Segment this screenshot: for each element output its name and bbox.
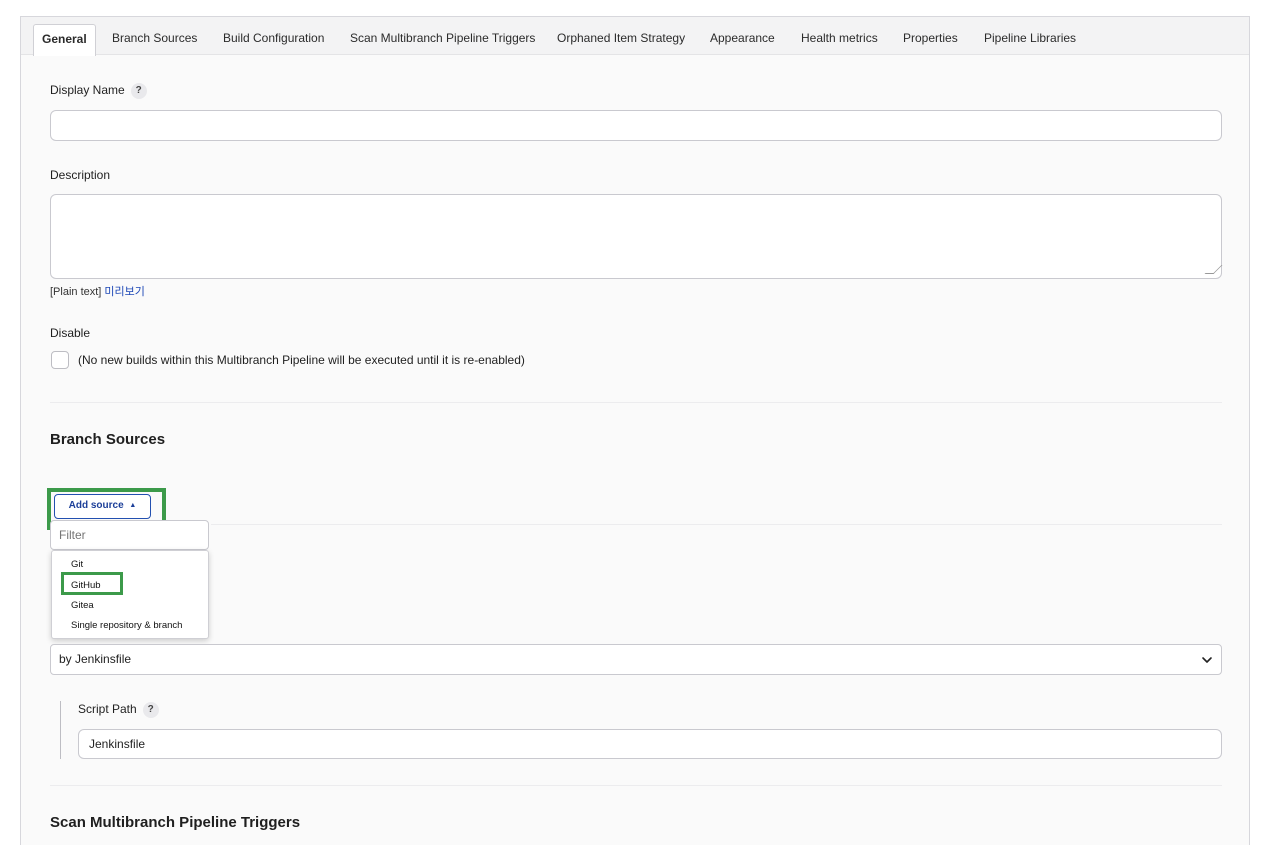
disable-label: Disable — [50, 326, 91, 340]
tab-scan-triggers[interactable]: Scan Multibranch Pipeline Triggers — [342, 24, 543, 54]
disable-checkbox[interactable] — [51, 351, 69, 369]
nested-section-bar — [60, 701, 61, 759]
menu-item-single-repository[interactable]: Single repository & branch — [71, 620, 182, 631]
scan-triggers-title: Scan Multibranch Pipeline Triggers — [50, 814, 301, 831]
caret-up-icon: ▲ — [129, 502, 137, 509]
section-divider — [50, 785, 1222, 786]
description-textarea[interactable] — [50, 194, 1222, 279]
tab-properties[interactable]: Properties — [895, 24, 966, 54]
tab-health-metrics[interactable]: Health metrics — [793, 24, 886, 54]
script-path-input[interactable] — [78, 729, 1222, 759]
build-mode-select[interactable]: by Jenkinsfile — [50, 644, 1222, 675]
config-panel: General Branch Sources Build Configurati… — [20, 16, 1250, 845]
tab-pipeline-libraries[interactable]: Pipeline Libraries — [976, 24, 1084, 54]
preview-link[interactable]: 미리보기 — [104, 286, 144, 298]
tab-appearance[interactable]: Appearance — [702, 24, 783, 54]
tab-branch-sources[interactable]: Branch Sources — [104, 24, 205, 54]
add-source-button[interactable]: Add source ▲ — [54, 494, 151, 519]
script-path-label: Script Path? — [78, 702, 159, 718]
disable-checkbox-label: (No new builds within this Multibranch P… — [78, 353, 525, 367]
section-divider — [50, 402, 1222, 403]
tab-build-configuration[interactable]: Build Configuration — [215, 24, 332, 54]
tab-bar: General Branch Sources Build Configurati… — [21, 17, 1249, 56]
branch-sources-title: Branch Sources — [50, 431, 166, 448]
help-icon[interactable]: ? — [142, 702, 159, 718]
tab-general[interactable]: General — [33, 24, 96, 56]
section-divider — [211, 524, 1222, 525]
menu-item-gitea[interactable]: Gitea — [71, 600, 94, 611]
display-name-input[interactable] — [50, 110, 1222, 141]
markup-hint: [Plain text] 미리보기 — [50, 286, 145, 298]
description-label: Description — [50, 168, 111, 182]
menu-item-git[interactable]: Git — [71, 559, 83, 570]
display-name-label: Display Name? — [50, 83, 147, 99]
config-content: Display Name? Description [Plain text] 미… — [21, 55, 1249, 845]
github-highlight — [61, 572, 123, 595]
tab-orphaned-item-strategy[interactable]: Orphaned Item Strategy — [549, 24, 693, 54]
source-filter-input[interactable] — [50, 520, 209, 550]
chevron-down-icon — [1202, 657, 1212, 663]
help-icon[interactable]: ? — [130, 83, 147, 99]
